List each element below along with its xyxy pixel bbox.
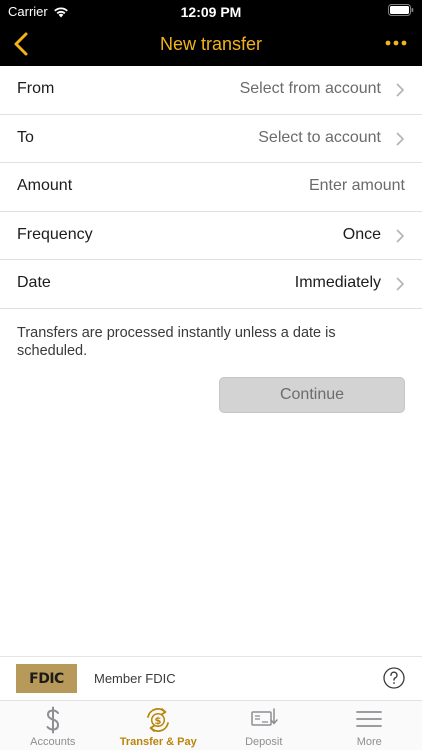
chevron-right-icon	[396, 229, 404, 242]
to-label: To	[17, 128, 34, 146]
chevron-right-icon	[396, 277, 404, 291]
question-circle-icon[interactable]	[383, 667, 405, 689]
dollar-icon	[46, 706, 59, 734]
chevron-right-icon	[396, 132, 404, 145]
from-account-value: Select from account	[239, 80, 381, 97]
date-row[interactable]: Date Immediately	[0, 260, 422, 309]
frequency-value: Once	[342, 225, 381, 243]
tab-label: Transfer & Pay	[119, 736, 197, 748]
status-time: 12:09 PM	[180, 4, 242, 20]
transfer-note: Transfers are processed instantly unless…	[17, 325, 336, 359]
menu-icon	[356, 711, 383, 727]
date-label: Date	[17, 274, 51, 291]
date-value: Immediately	[294, 274, 381, 291]
tab-transfer-pay[interactable]: $ Transfer & Pay	[106, 701, 212, 750]
page-title: New transfer	[159, 34, 263, 54]
tab-label: Deposit	[245, 736, 283, 748]
fdic-footer: FDIC Member FDIC	[0, 656, 422, 700]
fdic-logo: FDIC	[16, 664, 77, 693]
tab-deposit[interactable]: Deposit	[211, 701, 317, 750]
check-deposit-icon	[251, 708, 278, 726]
continue-button[interactable]: Continue	[219, 377, 405, 413]
to-account-row[interactable]: To Select to account	[0, 115, 422, 163]
to-account-value: Select to account	[258, 128, 381, 146]
tab-accounts[interactable]: Accounts	[0, 701, 106, 750]
tab-more[interactable]: More	[317, 701, 422, 750]
member-fdic-label: Member FDIC	[94, 671, 176, 686]
frequency-label: Frequency	[17, 225, 93, 243]
tab-label: Accounts	[30, 736, 76, 748]
from-account-row[interactable]: From Select from account	[0, 66, 422, 115]
transfer-dollar-icon: $	[147, 708, 170, 732]
ellipsis-icon[interactable]	[384, 36, 408, 50]
from-label: From	[17, 80, 55, 97]
chevron-right-icon	[396, 83, 404, 97]
navigation-bar: New transfer	[0, 22, 422, 66]
battery-icon	[388, 4, 414, 16]
frequency-row[interactable]: Frequency Once	[0, 212, 422, 260]
amount-label: Amount	[17, 177, 73, 194]
amount-input[interactable]: Enter amount	[309, 177, 405, 195]
amount-row[interactable]: Amount Enter amount	[0, 163, 422, 212]
transfer-form: From Select from account To Select to ac…	[0, 66, 422, 309]
tab-label: More	[356, 736, 382, 748]
fdic-logo-text: FDIC	[29, 670, 64, 687]
svg-text:$: $	[155, 716, 162, 727]
status-bar: Carrier 12:09 PM	[0, 0, 422, 22]
tab-bar: Accounts $ Transfer & Pay Deposit More	[0, 700, 422, 750]
